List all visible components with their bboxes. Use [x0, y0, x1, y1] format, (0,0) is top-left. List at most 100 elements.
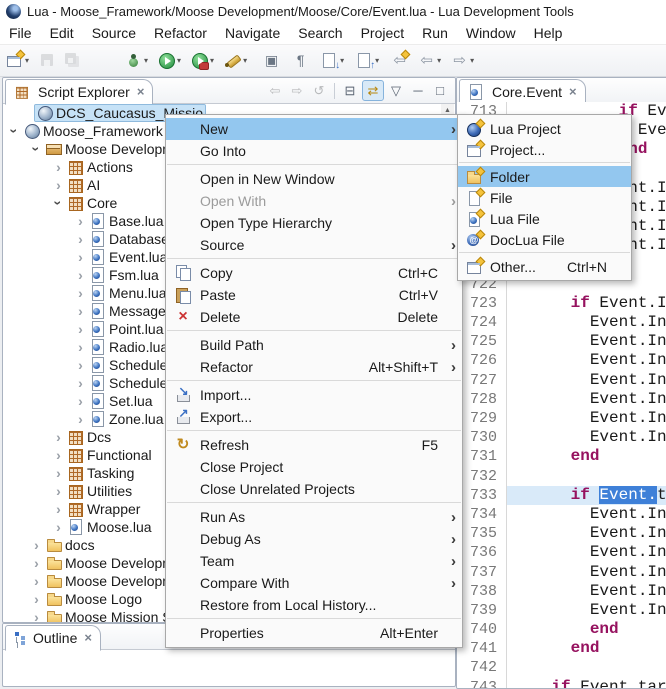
dropdown-arrow-icon[interactable]: ▾	[144, 56, 148, 65]
expand-arrow-icon[interactable]: ›	[51, 430, 66, 444]
code-text[interactable]: Event.IniUnitName = Event.IniDCSUnitName	[507, 543, 666, 562]
close-icon[interactable]: ×	[84, 630, 92, 645]
expand-arrow-icon[interactable]: ›	[29, 556, 44, 570]
context-menu-item-refactor[interactable]: RefactorAlt+Shift+T›	[166, 356, 462, 378]
expand-arrow-icon[interactable]: ›	[29, 610, 44, 622]
expand-arrow-icon[interactable]: ›	[51, 160, 66, 174]
menu-refactor[interactable]: Refactor	[145, 25, 216, 41]
maximize-icon[interactable]: □	[430, 81, 450, 100]
expand-arrow-icon[interactable]: ›	[73, 286, 88, 300]
expand-arrow-icon[interactable]: ›	[51, 520, 66, 534]
menu-source[interactable]: Source	[83, 25, 145, 41]
expand-arrow-icon[interactable]: ›	[29, 592, 44, 606]
code-text[interactable]: Event.IniGroup = GROUP:FindByName( Event…	[507, 351, 666, 370]
save-all-button[interactable]	[62, 49, 83, 73]
expand-arrow-icon[interactable]: ›	[73, 250, 88, 264]
menu-window[interactable]: Window	[457, 25, 525, 41]
menu-run[interactable]: Run	[413, 25, 457, 41]
close-icon[interactable]: ×	[137, 84, 145, 99]
menu-file[interactable]: File	[0, 25, 41, 41]
back-button[interactable]: ⇦▾	[416, 49, 443, 73]
code-text[interactable]: Event.IniDCSGroupName = Event.IniDCSGrou…	[507, 332, 666, 351]
expand-arrow-icon[interactable]: ›	[29, 538, 44, 552]
show-whitespace-button[interactable]: ¶	[290, 49, 311, 73]
context-menu-item-import[interactable]: Import...	[166, 384, 462, 406]
scrollbar-up-icon[interactable]: ▲	[441, 104, 454, 114]
new-submenu-item-project[interactable]: Project...	[458, 139, 631, 160]
expand-arrow-icon[interactable]: ›	[73, 340, 88, 354]
run-button[interactable]: ▾	[156, 49, 183, 73]
expand-arrow-icon[interactable]: ›	[51, 466, 66, 480]
new-submenu-item-doclua-file[interactable]: DocLua File	[458, 229, 631, 250]
context-menu-item-properties[interactable]: PropertiesAlt+Enter	[166, 622, 462, 644]
expand-arrow-icon[interactable]: ›	[51, 178, 66, 192]
context-menu-item-close-project[interactable]: Close Project	[166, 456, 462, 478]
external-tools-button[interactable]: ▾	[222, 49, 249, 73]
expand-arrow-icon[interactable]: ›	[73, 214, 88, 228]
expand-arrow-icon[interactable]: ›	[73, 358, 88, 372]
tab-outline[interactable]: Outline ×	[5, 625, 101, 651]
collapse-arrow-icon[interactable]: ›	[51, 196, 66, 210]
minimize-icon[interactable]: ─	[408, 81, 428, 100]
mark-occurrences-button[interactable]: ▣	[261, 49, 282, 73]
context-menu-item-refresh[interactable]: ↻RefreshF5	[166, 434, 462, 456]
expand-arrow-icon[interactable]: ›	[29, 574, 44, 588]
dropdown-arrow-icon[interactable]: ▾	[25, 56, 29, 65]
menu-help[interactable]: Help	[525, 25, 572, 41]
code-text[interactable]: Event.IniDCSUnit = Event.target	[507, 505, 666, 524]
new-submenu-item-other[interactable]: Other...Ctrl+N	[458, 256, 631, 277]
expand-arrow-icon[interactable]: ›	[73, 376, 88, 390]
next-annotation-button[interactable]: ↓▾	[319, 49, 346, 73]
code-text[interactable]: if Event.target then	[507, 678, 666, 689]
new-submenu-item-folder[interactable]: Folder	[458, 166, 631, 187]
back-icon[interactable]: ⇦	[265, 81, 285, 100]
code-text[interactable]: Event.IniDCSUnitName = Event.IniDCSUnit:…	[507, 524, 666, 543]
code-text[interactable]: Event.IniPlayerName = Event.IniDCSUnit:g…	[507, 390, 666, 409]
run-coverage-button[interactable]: ▾	[189, 49, 216, 73]
code-text[interactable]: Event.IniUnit = UNIT:FindByName( Event.I…	[507, 563, 666, 582]
dropdown-arrow-icon[interactable]: ▾	[340, 56, 344, 65]
collapse-arrow-icon[interactable]: ›	[7, 124, 22, 138]
collapse-all-icon[interactable]: ⊟	[340, 81, 360, 100]
context-menu-item-run-as[interactable]: Run As›	[166, 506, 462, 528]
context-menu-item-open-with[interactable]: Open With›	[166, 190, 462, 212]
debug-button[interactable]: ▾	[123, 49, 150, 73]
dropdown-arrow-icon[interactable]: ▾	[210, 56, 214, 65]
context-menu-item-export[interactable]: Export...	[166, 406, 462, 428]
tab-script-explorer[interactable]: Script Explorer ×	[5, 79, 153, 105]
previous-annotation-button[interactable]: ↑▾	[354, 49, 381, 73]
context-menu-item-team[interactable]: Team›	[166, 550, 462, 572]
expand-arrow-icon[interactable]: ›	[73, 394, 88, 408]
code-text[interactable]: Event.IniDCSGroup = Event.IniDCSUnit:get…	[507, 582, 666, 601]
code-text[interactable]	[507, 658, 666, 677]
expand-arrow-icon[interactable]: ›	[73, 322, 88, 336]
forward-button[interactable]: ⇨▾	[449, 49, 476, 73]
link-with-editor-icon[interactable]: ⇄	[362, 80, 384, 101]
code-text[interactable]: end	[507, 447, 666, 466]
new-submenu-item-lua-project[interactable]: Lua Project	[458, 118, 631, 139]
context-menu-item-restore-from-local-history[interactable]: Restore from Local History...	[166, 594, 462, 616]
code-text[interactable]: end	[507, 620, 666, 639]
dropdown-arrow-icon[interactable]: ▾	[437, 56, 441, 65]
dropdown-arrow-icon[interactable]: ▾	[243, 56, 247, 65]
new-submenu-item-lua-file[interactable]: Lua File	[458, 208, 631, 229]
view-menu-icon[interactable]: ▽	[386, 81, 406, 100]
dropdown-arrow-icon[interactable]: ▾	[177, 56, 181, 65]
new-submenu-item-file[interactable]: File	[458, 187, 631, 208]
context-menu-item-delete[interactable]: ×DeleteDelete	[166, 306, 462, 328]
expand-arrow-icon[interactable]: ›	[73, 304, 88, 318]
menu-edit[interactable]: Edit	[41, 25, 83, 41]
collapse-arrow-icon[interactable]: ›	[29, 142, 44, 156]
context-menu-item-source[interactable]: Source›	[166, 234, 462, 256]
close-icon[interactable]: ×	[569, 84, 577, 99]
expand-arrow-icon[interactable]: ›	[51, 484, 66, 498]
context-menu-item-open-type-hierarchy[interactable]: Open Type Hierarchy	[166, 212, 462, 234]
last-edit-location-button[interactable]: ⇦	[389, 49, 410, 73]
dropdown-arrow-icon[interactable]: ▾	[375, 56, 379, 65]
dropdown-arrow-icon[interactable]: ▾	[470, 56, 474, 65]
context-menu-item-copy[interactable]: CopyCtrl+C	[166, 262, 462, 284]
context-menu-item-paste[interactable]: PasteCtrl+V	[166, 284, 462, 306]
save-button[interactable]	[37, 49, 58, 73]
context-menu-item-build-path[interactable]: Build Path›	[166, 334, 462, 356]
context-menu-item-debug-as[interactable]: Debug As›	[166, 528, 462, 550]
